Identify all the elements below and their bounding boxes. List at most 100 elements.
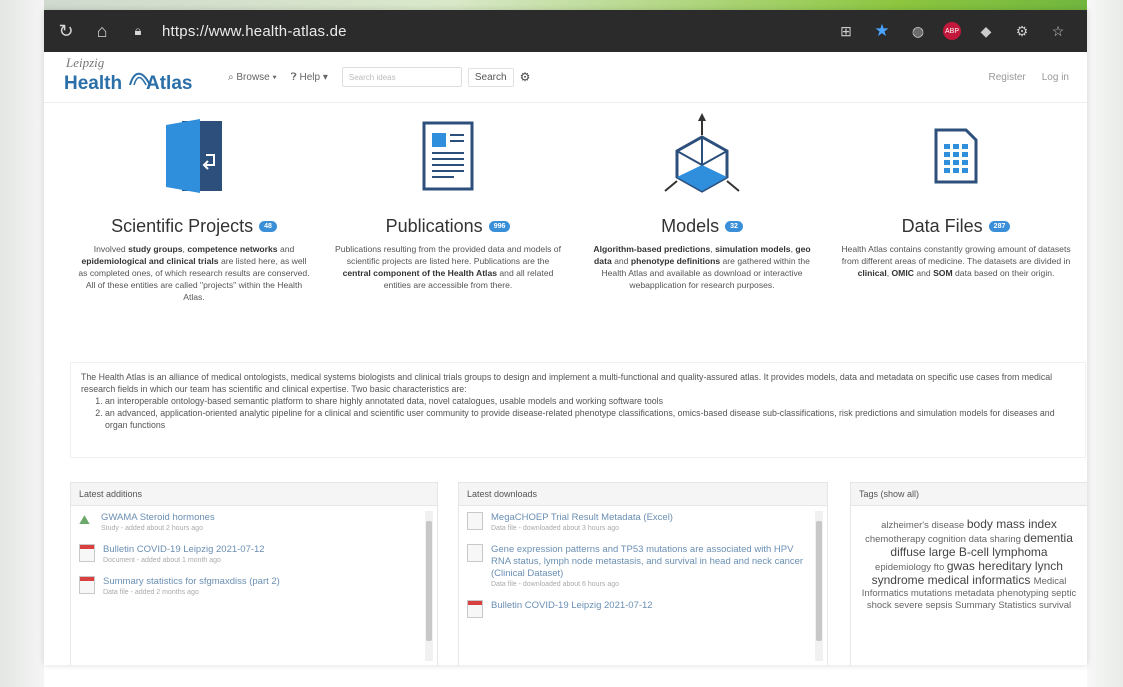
pdf-icon bbox=[79, 544, 95, 562]
favorite-star-icon[interactable]: ★ bbox=[871, 20, 893, 42]
gear-icon[interactable]: ⚙ bbox=[520, 70, 531, 84]
projects-count-badge: 48 bbox=[259, 221, 277, 232]
scrollbar[interactable] bbox=[815, 511, 823, 661]
item-title[interactable]: GWAMA Steroid hormones bbox=[101, 512, 215, 524]
feature-projects[interactable]: Scientific Projects 48 Involved study gro… bbox=[76, 106, 312, 303]
feature-title: Data Files 287 bbox=[838, 216, 1074, 237]
logo-leipzig: Leipzig bbox=[66, 55, 105, 70]
tag-link[interactable]: medical informatics bbox=[928, 573, 1034, 587]
latest-additions-panel: Latest additions ⛰ GWAMA Steroid hormone… bbox=[70, 482, 438, 665]
logo-health: Health bbox=[64, 73, 123, 94]
address-bar[interactable]: https://www.health-atlas.de bbox=[162, 23, 347, 40]
adblock-icon[interactable]: ABP bbox=[943, 22, 961, 40]
feature-title: Models 32 bbox=[584, 216, 820, 237]
models-count-badge: 32 bbox=[725, 221, 743, 232]
list-item[interactable]: MegaCHOEP Trial Result Metadata (Excel) D… bbox=[467, 512, 807, 534]
item-meta: Data file - added 2 months ago bbox=[103, 589, 199, 596]
tag-link[interactable]: Summary Statistics bbox=[955, 600, 1039, 611]
tag-link[interactable]: gwas bbox=[947, 559, 978, 573]
data-files-description: Health Atlas contains constantly growing… bbox=[841, 244, 1071, 278]
help-icon: ❓︎ bbox=[290, 71, 300, 83]
home-icon[interactable]: ⌂ bbox=[88, 17, 116, 45]
settings-icon[interactable]: ⚙ bbox=[1011, 20, 1033, 42]
item-title[interactable]: Summary statistics for sfgmaxdiss (part … bbox=[103, 576, 280, 588]
list-item[interactable]: Bulletin COVID-19 Leipzig 2021-07-12 Docu… bbox=[79, 544, 417, 566]
spreadsheet-icon bbox=[467, 544, 483, 562]
tag-link[interactable]: data sharing bbox=[969, 534, 1024, 545]
study-icon: ⛰ bbox=[79, 512, 90, 527]
panel-title[interactable]: Tags (show all) bbox=[851, 483, 1087, 506]
publications-count-badge: 996 bbox=[488, 221, 511, 232]
document-icon bbox=[330, 106, 566, 206]
cube-icon bbox=[584, 106, 820, 206]
feature-section: Scientific Projects 48 Involved study gro… bbox=[44, 106, 1087, 356]
site-navbar: Leipzig Health Atlas ⌕ Browse ▾ ❓︎ Help … bbox=[44, 52, 1087, 103]
health-atlas-logo[interactable]: Leipzig Health Atlas bbox=[64, 55, 214, 99]
help-label: Help ▾ bbox=[299, 71, 328, 83]
feature-data-files[interactable]: Data Files 287 Health Atlas contains cons… bbox=[838, 106, 1074, 279]
tag-link[interactable]: diffuse large B-cell lymphoma bbox=[890, 545, 1047, 559]
spreadsheet-icon bbox=[467, 512, 483, 530]
tag-link[interactable]: severe sepsis bbox=[894, 600, 955, 611]
list-item[interactable]: Summary statistics for sfgmaxdiss (part … bbox=[79, 576, 417, 598]
search-button[interactable]: Search bbox=[467, 67, 514, 87]
reader-icon[interactable]: ⊞ bbox=[835, 20, 857, 42]
item-meta: Document - added about 1 month ago bbox=[103, 557, 221, 564]
browse-label: Browse ▾ bbox=[236, 71, 277, 83]
login-link[interactable]: Log in bbox=[1042, 72, 1069, 83]
browser-actions: ⊞ ★ ◍ ABP ◆ ⚙ ☆ bbox=[835, 20, 1069, 42]
help-menu[interactable]: ❓︎ Help ▾ bbox=[291, 72, 328, 83]
data-files-title: Data Files bbox=[901, 216, 983, 236]
scroll-thumb[interactable] bbox=[426, 521, 432, 641]
data-files-count-badge: 287 bbox=[988, 221, 1011, 232]
tag-link[interactable]: body mass index bbox=[967, 517, 1057, 531]
register-link[interactable]: Register bbox=[989, 72, 1026, 83]
tag-link[interactable]: dementia bbox=[1024, 531, 1073, 545]
feature-title: Publications 996 bbox=[330, 216, 566, 237]
browser-window: ↻ ⌂ 🔒︎ https://www.health-atlas.de ⊞ ★ ◍… bbox=[44, 10, 1087, 665]
item-title[interactable]: Bulletin COVID-19 Leipzig 2021-07-12 bbox=[491, 600, 653, 612]
models-description: Algorithm-based predictions, simulation … bbox=[593, 244, 811, 290]
list-item[interactable]: ⛰ GWAMA Steroid hormones Study - added ab… bbox=[79, 512, 417, 534]
publications-description: Publications resulting from the provided… bbox=[335, 244, 561, 290]
tag-link[interactable]: alzheimer's disease bbox=[881, 520, 967, 531]
search-input[interactable]: Search ideas bbox=[341, 67, 462, 87]
feature-models[interactable]: Models 32 Algorithm-based predictions, si… bbox=[584, 106, 820, 291]
tag-link[interactable]: mutations bbox=[911, 588, 955, 599]
browse-menu[interactable]: ⌕ Browse ▾ bbox=[228, 72, 277, 83]
item-title[interactable]: Bulletin COVID-19 Leipzig 2021-07-12 bbox=[103, 544, 265, 556]
list-item[interactable]: Gene expression patterns and TP53 mutati… bbox=[467, 544, 807, 590]
item-title[interactable]: Gene expression patterns and TP53 mutati… bbox=[491, 544, 807, 580]
item-meta: Data file - downloaded about 3 hours ago bbox=[491, 525, 620, 532]
favorites-icon[interactable]: ☆ bbox=[1047, 20, 1069, 42]
logo-atlas: Atlas bbox=[146, 73, 193, 94]
browser-toolbar: ↻ ⌂ 🔒︎ https://www.health-atlas.de ⊞ ★ ◍… bbox=[44, 10, 1087, 52]
about-point: an interoperable ontology-based semantic… bbox=[105, 395, 1075, 407]
tag-link[interactable]: phenotyping bbox=[997, 588, 1051, 599]
feature-title: Scientific Projects 48 bbox=[76, 216, 312, 237]
panel-title: Latest additions bbox=[71, 483, 437, 506]
tag-link[interactable]: chemotherapy bbox=[865, 534, 928, 545]
projects-description: Involved study groups, competence networ… bbox=[78, 244, 310, 302]
models-title: Models bbox=[661, 216, 720, 236]
file-icon bbox=[79, 576, 95, 594]
about-list: an interoperable ontology-based semantic… bbox=[105, 395, 1075, 431]
feature-publications[interactable]: Publications 996 Publications resulting f… bbox=[330, 106, 566, 291]
door-icon bbox=[76, 106, 312, 206]
extension-icon[interactable]: ◍ bbox=[907, 20, 929, 42]
tag-link[interactable]: cognition bbox=[928, 534, 969, 545]
tag-link[interactable]: survival bbox=[1039, 600, 1071, 611]
tag-link[interactable]: epidemiology bbox=[875, 562, 934, 573]
item-meta: Study - added about 2 hours ago bbox=[101, 525, 203, 532]
item-title[interactable]: MegaCHOEP Trial Result Metadata (Excel) bbox=[491, 512, 673, 524]
tag-link[interactable]: fto bbox=[934, 562, 947, 573]
list-item[interactable]: Bulletin COVID-19 Leipzig 2021-07-12 bbox=[467, 600, 807, 618]
tags-panel: Tags (show all) alzheimer's disease body… bbox=[850, 482, 1087, 665]
scrollbar[interactable] bbox=[425, 511, 433, 661]
puzzle-icon[interactable]: ◆ bbox=[975, 20, 997, 42]
right-shade bbox=[1087, 0, 1123, 687]
tag-link[interactable]: metadata bbox=[955, 588, 997, 599]
data-file-icon bbox=[838, 106, 1074, 206]
reload-icon[interactable]: ↻ bbox=[52, 17, 80, 45]
scroll-thumb[interactable] bbox=[816, 521, 822, 641]
